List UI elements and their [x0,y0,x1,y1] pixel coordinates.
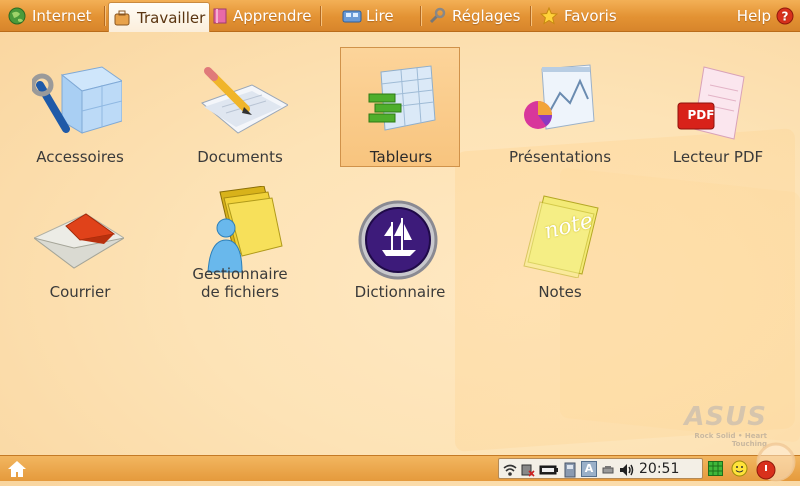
smiley-icon[interactable] [731,460,748,477]
tab-travailler[interactable]: Travailler [108,2,211,32]
media-icon [342,7,362,25]
app-documents[interactable]: Documents [180,47,300,167]
app-label: Lecteur PDF [672,148,764,166]
tab-label: Lire [366,7,394,25]
app-notes[interactable]: note Notes [500,182,620,302]
app-tableurs[interactable]: Tableurs [340,47,460,167]
app-label: Dictionnaire [354,283,446,301]
tab-label: Apprendre [233,7,312,25]
tab-internet[interactable]: Internet [8,2,92,30]
app-courrier[interactable]: Courrier [20,182,140,302]
top-tab-bar: Internet Travailler Apprendre Lire Régla… [0,0,800,32]
network-icon[interactable] [503,462,517,476]
app-label: Documents [197,148,283,166]
asus-watermark: ASUS Rock Solid • Heart Touching [657,402,767,448]
shutdown-icon[interactable] [752,438,796,482]
tab-label: Internet [32,7,92,25]
star-icon [539,6,559,25]
globe-icon [8,7,26,25]
app-label: Notes [538,283,582,301]
app-label: Gestionnaire de fichiers [160,265,320,301]
language-letter: A [584,461,594,475]
taskbar: A 20:51 [0,442,800,482]
spreadsheet-icon [361,64,441,144]
documents-icon [200,63,290,143]
book-icon [213,7,227,25]
keyboard-icon[interactable] [521,462,535,477]
volume-icon[interactable] [619,462,634,476]
pdf-icon: PDF [677,63,758,143]
usb-icon[interactable] [601,462,615,476]
battery-icon[interactable] [539,462,559,476]
tab-lire[interactable]: Lire [342,2,394,30]
wrench-icon [428,7,446,25]
dictionary-icon [358,198,440,280]
svg-text:?: ? [782,10,789,24]
app-label: Présentations [508,148,612,166]
app-label: Tableurs [369,148,433,166]
help-button[interactable]: Help ? [737,2,794,30]
asus-tagline: Rock Solid • Heart Touching [694,432,767,448]
app-presentations[interactable]: Présentations [500,47,620,167]
grid-icon[interactable] [708,461,723,476]
system-tray: A 20:51 [498,458,703,479]
tab-label: Travailler [137,8,206,27]
asus-logo: ASUS [684,402,767,432]
app-label: Accessoires [36,148,124,166]
home-icon[interactable] [7,460,27,478]
accessories-icon [30,63,124,143]
app-accessoires[interactable]: Accessoires [20,47,140,167]
tab-favoris[interactable]: Favoris [539,2,617,30]
mail-icon [33,198,125,278]
app-lecteur-pdf[interactable]: PDF Lecteur PDF [658,47,778,167]
app-label: Courrier [49,283,111,301]
pdf-badge-text: PDF [687,108,715,122]
app-label-line1: Gestionnaire [192,265,288,283]
tab-apprendre[interactable]: Apprendre [213,2,311,30]
notes-icon: note [520,195,600,279]
presentation-icon [520,63,600,143]
tab-reglages[interactable]: Réglages [428,2,520,30]
language-icon[interactable]: A [581,460,597,477]
help-label: Help [736,7,771,25]
disk-icon[interactable] [563,462,577,477]
clock: 20:51 [639,460,680,477]
app-gestionnaire-fichiers[interactable]: Gestionnaire de fichiers [180,182,300,302]
tab-label: Favoris [564,7,617,25]
tab-label: Réglages [452,7,521,25]
app-label-line2: de fichiers [200,283,280,301]
help-icon: ? [776,7,794,25]
briefcase-icon [113,9,131,27]
app-dictionnaire[interactable]: Dictionnaire [340,182,460,302]
